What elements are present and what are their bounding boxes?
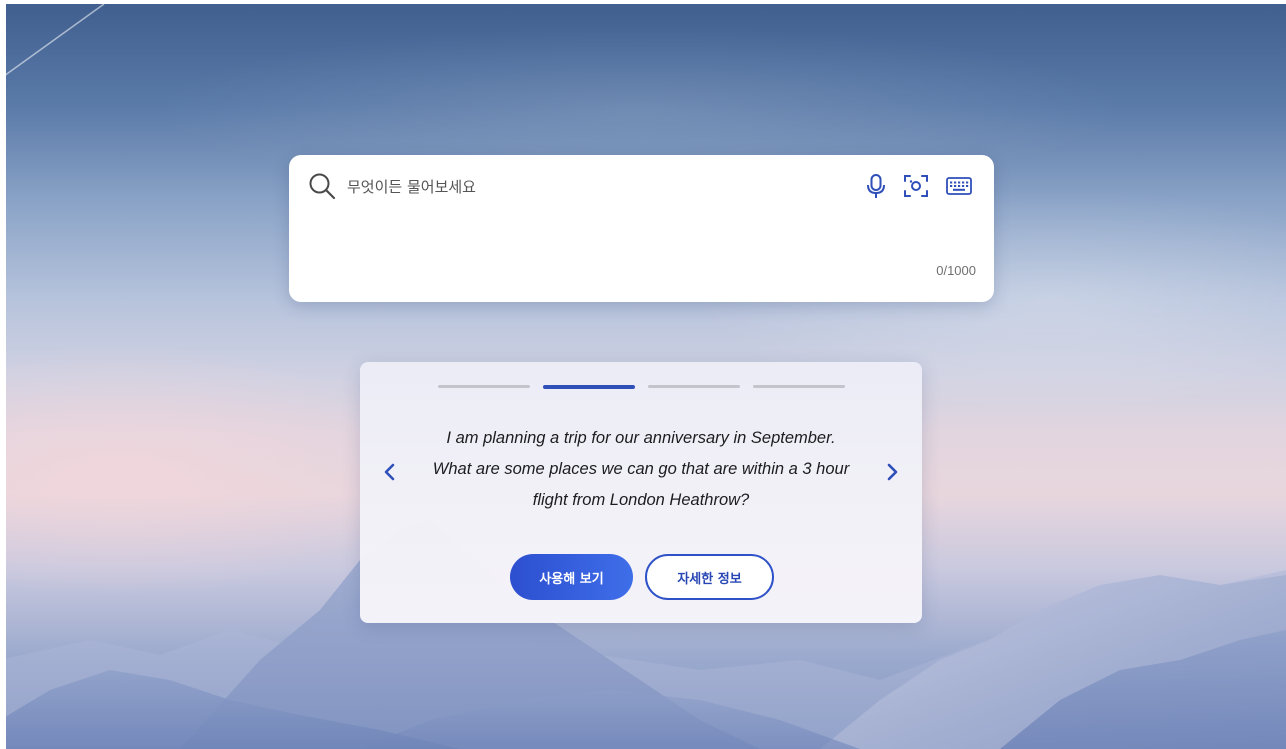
try-it-button[interactable]: 사용해 보기 [510,554,633,600]
suggestion-carousel: I am planning a trip for our anniversary… [360,362,922,623]
microphone-icon[interactable] [861,171,891,201]
learn-more-button[interactable]: 자세한 정보 [645,554,774,600]
carousel-pagination [438,384,845,389]
suggestion-prompt: I am planning a trip for our anniversary… [432,429,850,509]
search-box[interactable]: 0/1000 [289,155,994,302]
search-input[interactable] [345,169,829,205]
chevron-left-icon[interactable] [378,456,402,488]
keyboard-icon[interactable] [944,171,974,201]
visual-search-icon[interactable] [901,171,931,201]
carousel-dot-3[interactable] [648,385,740,388]
chevron-right-icon[interactable] [880,456,904,488]
carousel-dot-1[interactable] [438,385,530,388]
carousel-dot-2[interactable] [543,384,635,389]
character-counter: 0/1000 [936,263,976,278]
frame-border-left [0,0,6,749]
carousel-dot-4[interactable] [753,385,845,388]
background-wallpaper: 0/1000 I am planning a trip for our anni… [0,0,1286,749]
search-icon [309,173,336,200]
frame-border-top [0,0,1286,4]
